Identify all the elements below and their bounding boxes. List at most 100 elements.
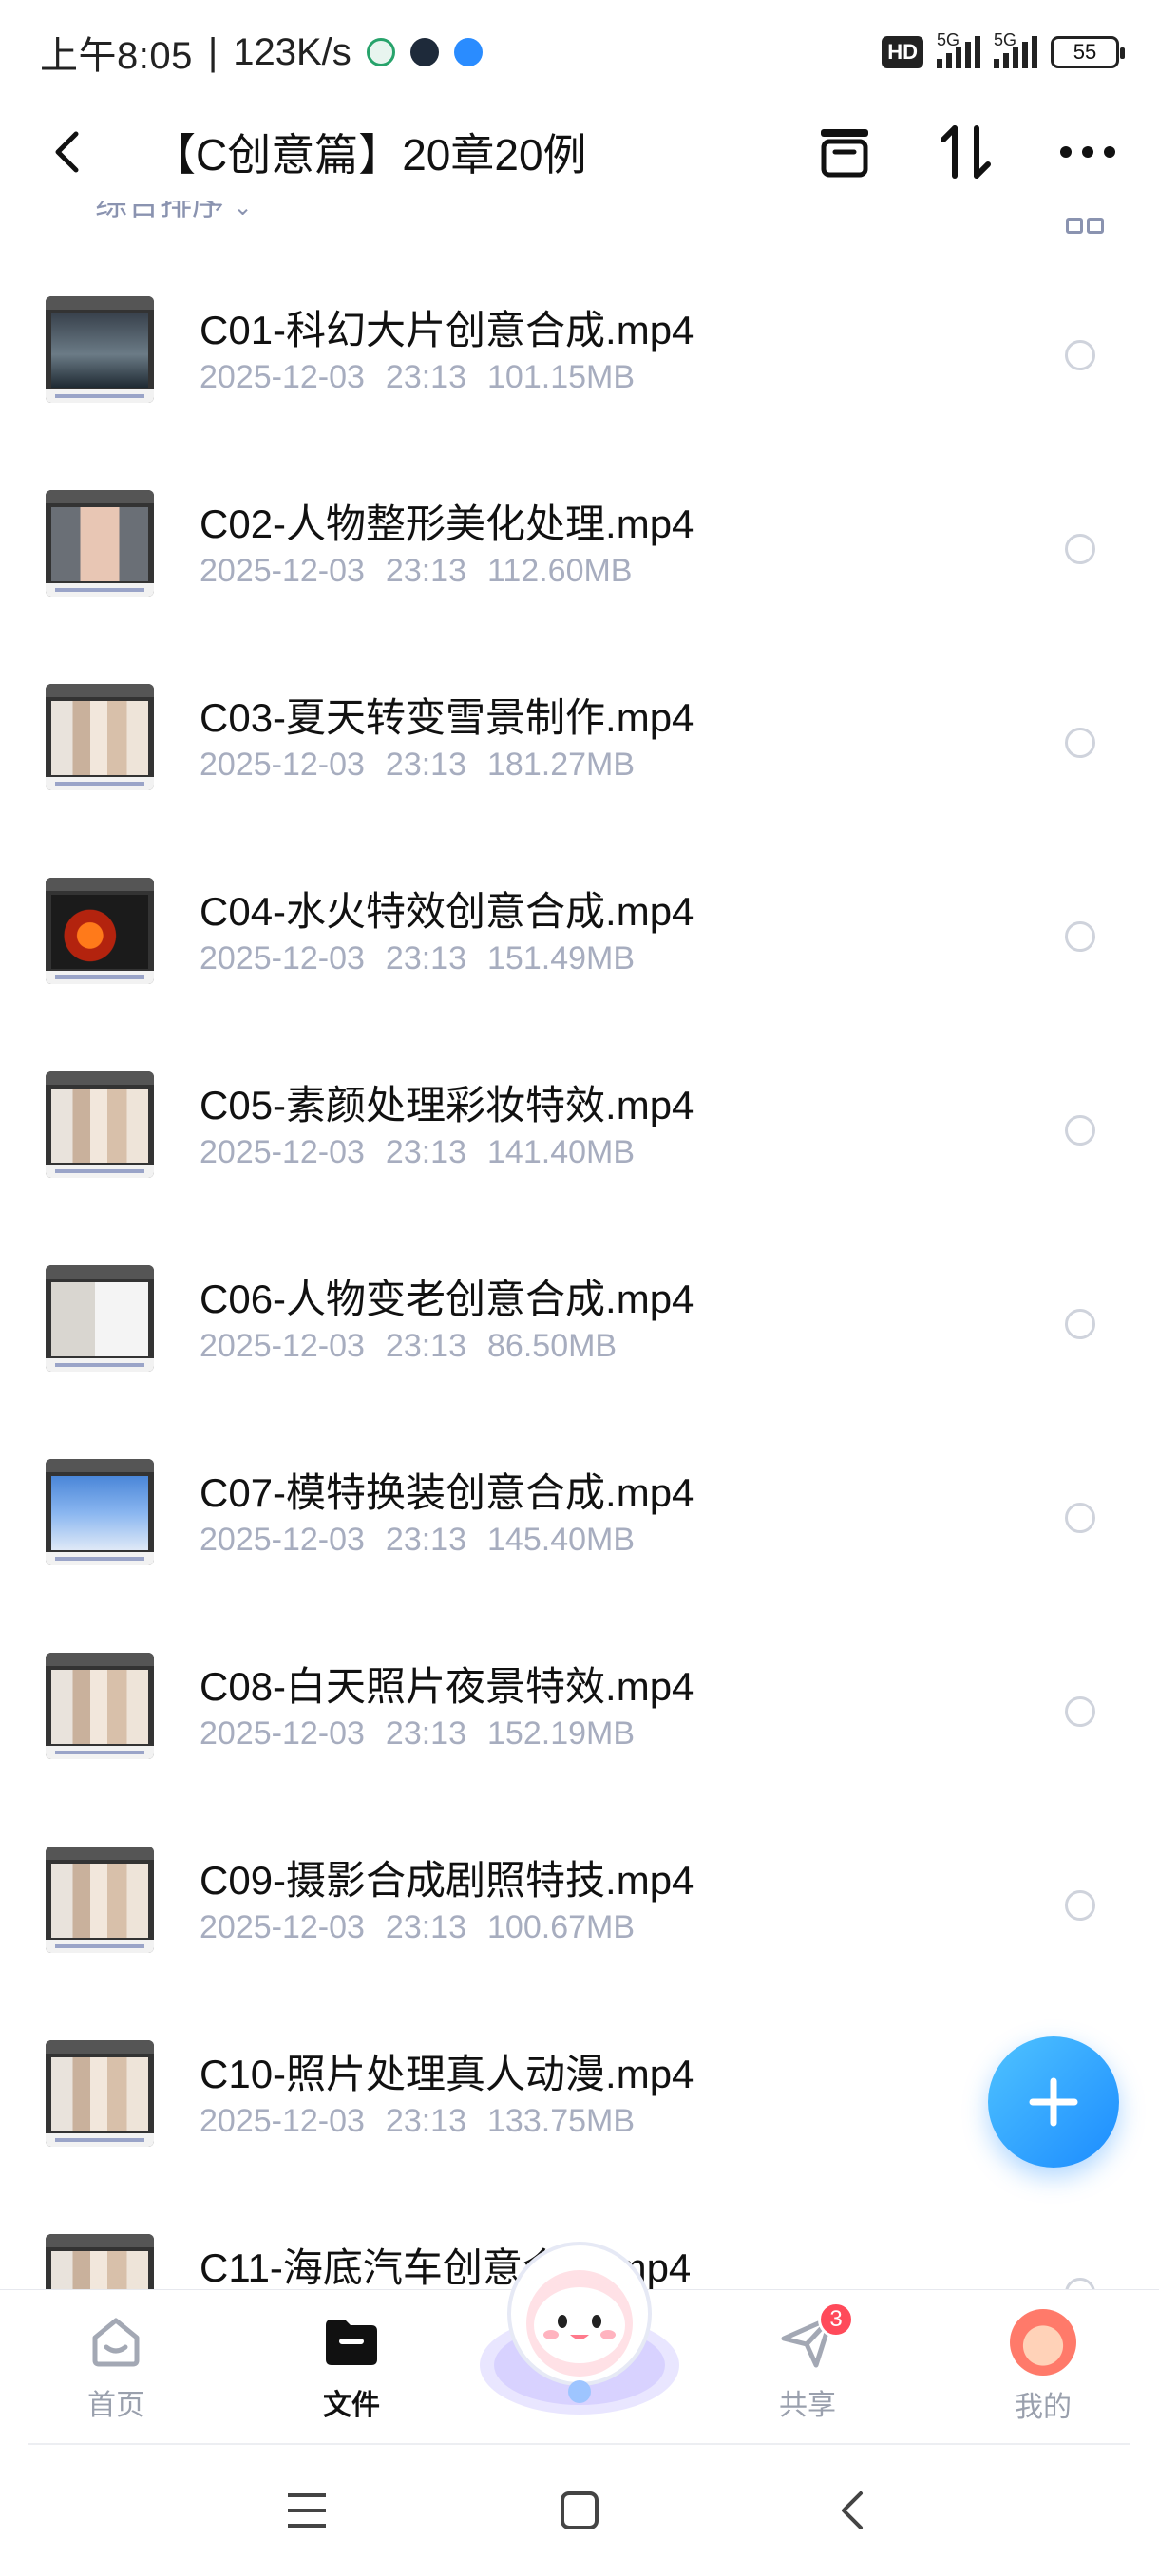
more-button[interactable] [1054, 119, 1121, 185]
system-back-button[interactable] [814, 2472, 890, 2548]
file-size: 141.40MB [487, 1134, 636, 1170]
file-meta: 2025-12-03 23:13 133.75MB [200, 2103, 635, 2140]
back-button[interactable] [38, 123, 95, 180]
select-radio[interactable] [1065, 534, 1095, 564]
file-date: 2025-12-03 [200, 359, 365, 395]
file-row[interactable]: C08-白天照片夜景特效.mp4 2025-12-03 23:13 152.19MB [0, 1596, 1159, 1790]
paper-plane-icon: 3 [774, 2301, 854, 2374]
file-name: C08-白天照片夜景特效.mp4 [200, 1664, 694, 1709]
signal-icon: 5G [994, 30, 1037, 68]
file-name: C07-模特换装创意合成.mp4 [200, 1470, 694, 1515]
file-date: 2025-12-03 [200, 1134, 365, 1170]
archive-button[interactable] [811, 119, 878, 185]
select-radio[interactable] [1065, 1503, 1095, 1533]
file-size: 101.15MB [487, 359, 636, 395]
triangle-back-icon [841, 2491, 863, 2529]
menu-icon [288, 2493, 327, 2528]
file-size: 133.75MB [487, 2103, 636, 2139]
nav-files-label: 文件 [323, 2390, 380, 2421]
file-name: C01-科幻大片创意合成.mp4 [200, 308, 694, 352]
share-badge: 3 [818, 2301, 854, 2338]
status-separator: | [207, 30, 218, 73]
top-bar: 【C创意篇】20章20例 [0, 104, 1159, 199]
nav-share-label: 共享 [779, 2390, 836, 2421]
file-size: 181.27MB [487, 747, 636, 783]
file-row[interactable]: C09-摄影合成剧照特技.mp4 2025-12-03 23:13 100.67MB [0, 1790, 1159, 1983]
file-row[interactable]: C02-人物整形美化处理.mp4 2025-12-03 23:13 112.60MB [0, 433, 1159, 627]
file-row[interactable]: C03-夏天转变雪景制作.mp4 2025-12-03 23:13 181.27MB [0, 627, 1159, 821]
mascot-assistant-button[interactable] [475, 2232, 684, 2422]
nav-mine[interactable]: 我的 [967, 2309, 1119, 2423]
add-button[interactable] [988, 2036, 1119, 2168]
file-name: C04-水火特效创意合成.mp4 [200, 889, 694, 934]
video-thumbnail [46, 684, 154, 790]
select-radio[interactable] [1065, 1115, 1095, 1146]
file-name: C05-素颜处理彩妆特效.mp4 [200, 1083, 694, 1127]
more-dots-icon [1060, 146, 1115, 158]
file-meta: 2025-12-03 23:13 181.27MB [200, 747, 635, 784]
file-size: 145.40MB [487, 1522, 636, 1558]
video-thumbnail [46, 2234, 154, 2289]
file-meta: 2025-12-03 23:13 145.40MB [200, 1522, 635, 1559]
select-radio[interactable] [1065, 340, 1095, 370]
app-notification-icon [366, 38, 395, 66]
file-date: 2025-12-03 [200, 940, 365, 976]
home-icon [83, 2309, 149, 2374]
file-time: 23:13 [385, 940, 467, 976]
file-row[interactable]: C07-模特换装创意合成.mp4 2025-12-03 23:13 145.40MB [0, 1402, 1159, 1596]
file-time: 23:13 [385, 747, 467, 783]
recent-apps-button[interactable] [269, 2472, 345, 2548]
file-name: C10-照片处理真人动漫.mp4 [200, 2052, 694, 2096]
system-nav [0, 2445, 1159, 2576]
nav-files[interactable]: 文件 [276, 2309, 428, 2423]
select-radio[interactable] [1065, 1309, 1095, 1339]
file-time: 23:13 [385, 2103, 467, 2139]
select-radio[interactable] [1065, 1696, 1095, 1727]
file-row[interactable]: C04-水火特效创意合成.mp4 2025-12-03 23:13 151.49MB [0, 821, 1159, 1014]
select-radio[interactable] [1065, 921, 1095, 952]
sort-dropdown[interactable]: 综合排序 ⌄ [95, 201, 253, 224]
square-icon [560, 2491, 598, 2529]
battery-icon: 55 [1051, 36, 1125, 68]
file-name: C02-人物整形美化处理.mp4 [200, 502, 694, 546]
file-size: 86.50MB [487, 1328, 618, 1364]
file-time: 23:13 [385, 1134, 467, 1170]
sort-arrows-icon [940, 125, 991, 179]
file-name: C09-摄影合成剧照特技.mp4 [200, 1858, 694, 1903]
select-radio[interactable] [1065, 1890, 1095, 1921]
avatar [1010, 2309, 1076, 2376]
file-time: 23:13 [385, 553, 467, 589]
file-meta: 2025-12-03 23:13 151.49MB [200, 940, 635, 977]
video-thumbnail [46, 1071, 154, 1178]
archive-icon [821, 129, 868, 178]
file-meta: 2025-12-03 23:13 112.60MB [200, 553, 632, 590]
nav-home[interactable]: 首页 [40, 2309, 192, 2423]
user-avatar-icon [1010, 2309, 1076, 2376]
file-row[interactable]: C01-科幻大片创意合成.mp4 2025-12-03 23:13 101.15MB [0, 239, 1159, 433]
video-thumbnail [46, 878, 154, 984]
plus-icon [1029, 2077, 1078, 2127]
select-radio[interactable] [1065, 728, 1095, 758]
nav-mine-label: 我的 [1015, 2392, 1072, 2423]
status-bar: 上午8:05 | 123K/s HD 5G 5G 55 [0, 0, 1159, 104]
nav-share[interactable]: 3 共享 [732, 2301, 884, 2423]
view-toggle-icon[interactable] [1066, 218, 1104, 234]
home-button[interactable] [542, 2472, 618, 2548]
file-meta: 2025-12-03 23:13 100.67MB [200, 1909, 635, 1946]
file-meta: 2025-12-03 23:13 141.40MB [200, 1134, 635, 1171]
file-size: 100.67MB [487, 1909, 636, 1945]
file-size: 112.60MB [487, 553, 633, 589]
page-title: 【C创意篇】20章20例 [152, 130, 587, 180]
file-meta: 2025-12-03 23:13 86.50MB [200, 1328, 617, 1365]
file-time: 23:13 [385, 1909, 467, 1945]
file-date: 2025-12-03 [200, 1715, 365, 1752]
folder-icon [318, 2309, 385, 2374]
video-thumbnail [46, 490, 154, 597]
select-radio[interactable] [1065, 2278, 1095, 2289]
file-date: 2025-12-03 [200, 2103, 365, 2139]
file-row[interactable]: C05-素颜处理彩妆特效.mp4 2025-12-03 23:13 141.40MB [0, 1014, 1159, 1208]
file-row[interactable]: C10-照片处理真人动漫.mp4 2025-12-03 23:13 133.75MB [0, 1983, 1159, 2177]
sort-button[interactable] [933, 119, 999, 185]
file-date: 2025-12-03 [200, 553, 365, 589]
file-row[interactable]: C06-人物变老创意合成.mp4 2025-12-03 23:13 86.50MB [0, 1208, 1159, 1402]
